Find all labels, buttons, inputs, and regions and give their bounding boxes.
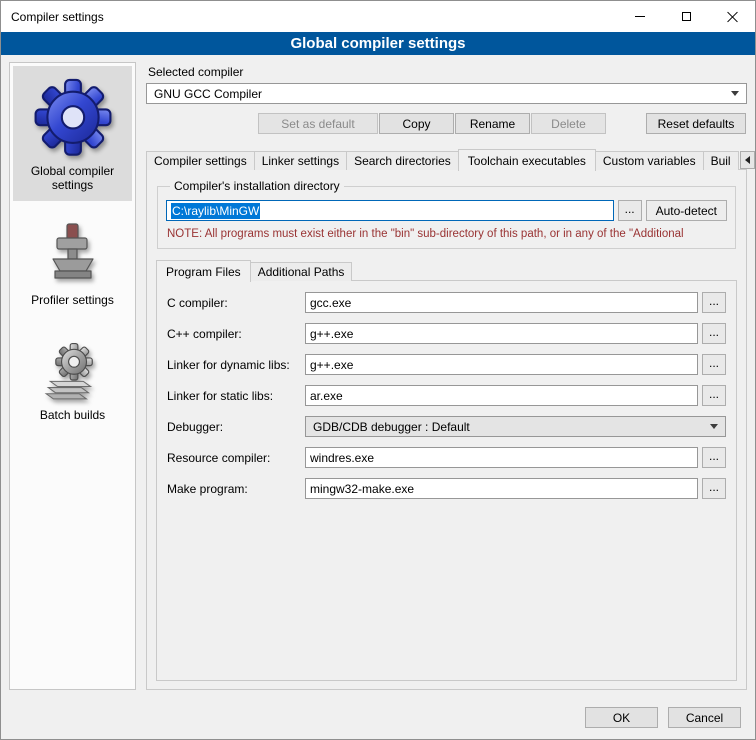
tab-custom-variables[interactable]: Custom variables xyxy=(595,151,704,170)
sidebar-item-label: Global compiler settings xyxy=(15,164,130,192)
note-text: NOTE: All programs must exist either in … xyxy=(167,228,726,240)
selected-compiler-dropdown[interactable]: GNU GCC Compiler xyxy=(146,83,747,104)
close-icon xyxy=(727,11,738,22)
main-panel: Selected compiler GNU GCC Compiler Set a… xyxy=(146,62,747,690)
toolchain-executables-panel: Compiler's installation directory C:\ray… xyxy=(146,169,747,690)
installation-directory-group-title: Compiler's installation directory xyxy=(170,179,344,193)
selected-compiler-value: GNU GCC Compiler xyxy=(154,87,262,101)
field-row: C compiler: ... xyxy=(167,292,726,313)
tab-toolchain-executables[interactable]: Toolchain executables xyxy=(458,149,596,171)
reset-defaults-button[interactable]: Reset defaults xyxy=(646,113,746,134)
field-row: Linker for static libs: ... xyxy=(167,385,726,406)
browse-button[interactable]: ... xyxy=(702,478,726,499)
make-program-input[interactable] xyxy=(305,478,698,499)
tab-compiler-settings[interactable]: Compiler settings xyxy=(146,151,255,170)
rename-button[interactable]: Rename xyxy=(455,113,530,134)
set-as-default-button: Set as default xyxy=(258,113,378,134)
debugger-dropdown[interactable]: GDB/CDB debugger : Default xyxy=(305,416,726,437)
batch-builds-icon xyxy=(40,336,106,402)
installation-directory-group: Compiler's installation directory C:\ray… xyxy=(157,179,736,249)
field-label: Linker for dynamic libs: xyxy=(167,358,305,372)
delete-button: Delete xyxy=(531,113,606,134)
cpp-compiler-input[interactable] xyxy=(305,323,698,344)
field-label: Linker for static libs: xyxy=(167,389,305,403)
field-row: Debugger: GDB/CDB debugger : Default xyxy=(167,416,726,437)
browse-button[interactable]: ... xyxy=(702,323,726,344)
sidebar: Global compiler settings Profiler settin… xyxy=(9,62,136,690)
tab-scroll-left-button[interactable] xyxy=(740,151,755,169)
dropdown-arrow-icon xyxy=(710,424,718,429)
field-row: Linker for dynamic libs: ... xyxy=(167,354,726,375)
browse-button[interactable]: ... xyxy=(702,292,726,313)
installation-directory-row: C:\raylib\MinGW ... Auto-detect xyxy=(166,200,727,221)
minimize-button[interactable] xyxy=(617,1,663,32)
maximize-icon xyxy=(682,12,691,21)
left-arrow-icon xyxy=(745,156,750,164)
program-files-panel: C compiler: ... C++ compiler: ... Linker… xyxy=(156,280,737,681)
close-button[interactable] xyxy=(709,1,755,32)
minimize-icon xyxy=(635,16,645,17)
subtab-additional-paths[interactable]: Additional Paths xyxy=(250,262,353,281)
selected-compiler-label: Selected compiler xyxy=(148,65,745,79)
browse-button[interactable]: ... xyxy=(618,200,642,221)
field-label: Make program: xyxy=(167,482,305,496)
subtab-program-files[interactable]: Program Files xyxy=(156,260,251,282)
dialog-footer: OK Cancel xyxy=(1,698,755,739)
auto-detect-button[interactable]: Auto-detect xyxy=(646,200,727,221)
installation-directory-input[interactable]: C:\raylib\MinGW xyxy=(166,200,614,221)
gear-icon xyxy=(31,74,115,158)
sub-tab-bar: Program Files Additional Paths xyxy=(156,260,737,281)
browse-button[interactable]: ... xyxy=(702,447,726,468)
header-banner: Global compiler settings xyxy=(1,32,755,55)
tab-linker-settings[interactable]: Linker settings xyxy=(254,151,347,170)
titlebar-buttons xyxy=(617,1,755,32)
resource-compiler-input[interactable] xyxy=(305,447,698,468)
field-label: Debugger: xyxy=(167,420,305,434)
sidebar-item-label: Profiler settings xyxy=(31,293,114,307)
titlebar: Compiler settings xyxy=(1,1,755,32)
field-label: C compiler: xyxy=(167,296,305,310)
field-label: C++ compiler: xyxy=(167,327,305,341)
installation-directory-selected-text: C:\raylib\MinGW xyxy=(171,203,260,219)
maximize-button[interactable] xyxy=(663,1,709,32)
compiler-actions: Set as default Copy Rename Delete Reset … xyxy=(146,113,747,134)
sidebar-item-batch-builds[interactable]: Batch builds xyxy=(13,328,132,431)
debugger-value: GDB/CDB debugger : Default xyxy=(313,420,470,434)
dropdown-arrow-icon xyxy=(731,91,739,96)
tab-bar: Compiler settings Linker settings Search… xyxy=(146,149,747,170)
ok-button[interactable]: OK xyxy=(585,707,658,728)
browse-button[interactable]: ... xyxy=(702,354,726,375)
sidebar-item-profiler-settings[interactable]: Profiler settings xyxy=(13,213,132,316)
copy-button[interactable]: Copy xyxy=(379,113,454,134)
dialog-body: Global compiler settings Profiler settin… xyxy=(1,55,755,698)
profiler-icon xyxy=(41,221,105,287)
sidebar-item-label: Batch builds xyxy=(40,408,105,422)
cancel-button[interactable]: Cancel xyxy=(668,707,741,728)
static-linker-input[interactable] xyxy=(305,385,698,406)
field-row: Resource compiler: ... xyxy=(167,447,726,468)
browse-button[interactable]: ... xyxy=(702,385,726,406)
field-label: Resource compiler: xyxy=(167,451,305,465)
field-row: C++ compiler: ... xyxy=(167,323,726,344)
c-compiler-input[interactable] xyxy=(305,292,698,313)
sidebar-item-global-compiler-settings[interactable]: Global compiler settings xyxy=(13,66,132,201)
tab-build-options[interactable]: Buil xyxy=(703,151,739,170)
tab-search-directories[interactable]: Search directories xyxy=(346,151,459,170)
field-row: Make program: ... xyxy=(167,478,726,499)
tab-scrollers xyxy=(739,151,756,170)
compiler-settings-window: Compiler settings Global compiler settin… xyxy=(0,0,756,740)
window-title: Compiler settings xyxy=(1,10,104,24)
dynamic-linker-input[interactable] xyxy=(305,354,698,375)
